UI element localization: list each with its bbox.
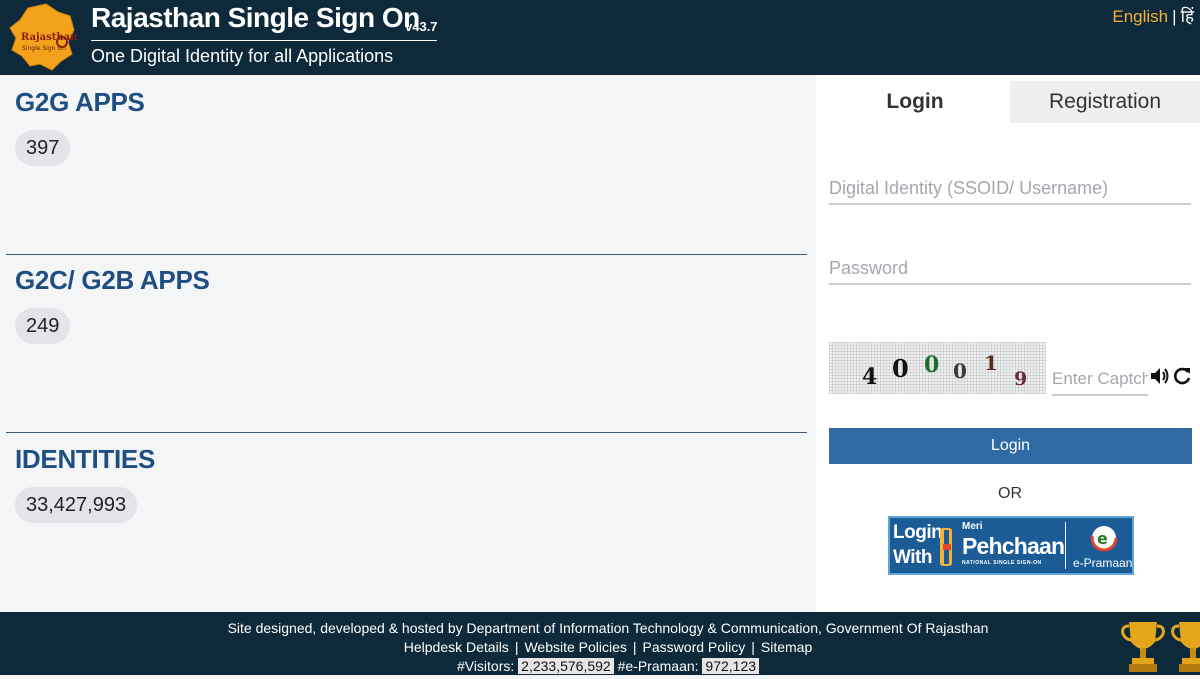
password-input[interactable] (829, 253, 1191, 285)
login-button[interactable]: Login (829, 428, 1192, 464)
captcha-char: 9 (1014, 368, 1028, 390)
site-footer: Site designed, developed & hosted by Dep… (0, 612, 1200, 675)
site-subtitle: One Digital Identity for all Application… (91, 46, 394, 66)
g2c-g2b-apps-title: G2C/ G2B APPS (15, 265, 210, 295)
or-separator: OR (998, 485, 1022, 502)
footer-credit: Site designed, developed & hosted by Dep… (227, 620, 989, 636)
visitors-label: #Visitors: (456, 658, 515, 674)
helpdesk-details-link[interactable]: Helpdesk Details (404, 639, 509, 655)
site-title: Rajasthan Single Sign On (91, 2, 420, 33)
g2g-apps-count: 397 (15, 130, 71, 166)
link-separator: | (632, 639, 637, 655)
login-with-meri-pehchaan-button[interactable]: Login With Meri Pehchaan NATIONAL SINGLE… (888, 516, 1134, 575)
svg-text:Rajasthan: Rajasthan (21, 32, 78, 43)
identities-title: IDENTITIES (15, 444, 156, 474)
section-divider (6, 432, 807, 433)
captcha-input[interactable] (1052, 364, 1148, 396)
g2c-g2b-apps-count: 249 (15, 308, 71, 344)
pehchaan-with-text: With (893, 547, 932, 568)
language-switcher: English | हिं (1112, 4, 1194, 27)
version-label: v43.7 (405, 19, 438, 34)
identities-count: 33,427,993 (15, 487, 138, 523)
tab-registration[interactable]: Registration (1010, 81, 1200, 123)
epramaan-count: 972,123 (702, 658, 760, 674)
pehchaan-tagline: NATIONAL SINGLE SIGN-ON (962, 560, 1042, 566)
tab-login[interactable]: Login (820, 81, 1010, 123)
captcha-image: 4 0 0 0 1 9 (829, 342, 1046, 394)
captcha-char: 4 (862, 364, 878, 390)
g2g-apps-title: G2G APPS (15, 87, 145, 117)
password-policy-link[interactable]: Password Policy (643, 639, 746, 655)
svg-text:e: e (1097, 529, 1108, 548)
pehchaan-meri-text: Meri (962, 521, 983, 532)
trophy-icon[interactable] (1170, 618, 1200, 676)
trophy-icon[interactable] (1120, 618, 1166, 676)
website-policies-link[interactable]: Website Policies (524, 639, 626, 655)
link-separator: | (751, 639, 755, 655)
pehchaan-login-text: Login (893, 522, 943, 543)
language-hindi-link[interactable]: हिं (1181, 7, 1194, 26)
language-english-link[interactable]: English (1112, 7, 1168, 26)
section-divider (6, 254, 807, 255)
site-header: Rajasthan Single Sign On Rajasthan Singl… (0, 0, 1200, 75)
login-panel: Login Registration 4 0 0 0 1 9 Login OR … (816, 75, 1200, 612)
epramaan-logo-icon: e (1088, 523, 1120, 553)
language-separator: | (1172, 7, 1177, 26)
captcha-char: 0 (892, 354, 909, 383)
captcha-char: 0 (924, 352, 940, 378)
visitors-count: 2,233,576,592 (518, 658, 614, 674)
pehchaan-divider (1065, 522, 1066, 569)
footer-counters: #Visitors: 2,233,576,592 #e-Pramaan: 972… (0, 658, 1200, 674)
epramaan-text: e-Pramaan (1073, 556, 1133, 570)
title-underline (91, 40, 437, 41)
username-input[interactable] (829, 173, 1191, 205)
epramaan-label: #e-Pramaan: (617, 658, 699, 674)
captcha-char: 1 (984, 351, 998, 375)
speaker-icon[interactable] (1149, 365, 1171, 387)
sitemap-link[interactable]: Sitemap (761, 639, 812, 655)
pehchaan-name-text: Pehchaan (962, 533, 1065, 559)
link-separator: | (514, 639, 519, 655)
footer-links: Helpdesk Details | Website Policies | Passwo… (0, 639, 1200, 655)
refresh-icon[interactable] (1171, 365, 1193, 387)
rajasthan-logo[interactable]: Rajasthan Single Sign On (8, 2, 80, 72)
captcha-char: 0 (953, 359, 967, 383)
pehchaan-emblem-icon (938, 524, 954, 570)
